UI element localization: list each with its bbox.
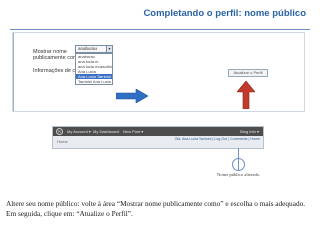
my-dashboard-link[interactable]: My Dashboard	[93, 129, 119, 134]
slide-header: Completando o perfil: nome público	[0, 0, 320, 30]
arrow-right-icon	[116, 89, 148, 103]
profile-form-screenshot: Mostrar nome publicamente como Informaçõ…	[12, 32, 305, 112]
display-name-select[interactable]: anaburau ▾	[75, 45, 113, 53]
instruction-text: Altere seu nome público: volte à área “M…	[6, 199, 306, 218]
blog-sub-bar: Home Olá, Ana Lucia Tarrinini | Log Out …	[53, 136, 263, 148]
admin-bar: W My Account ▾ My Dashboard New Post ▾ B…	[53, 127, 263, 136]
wordpress-logo-icon[interactable]: W	[56, 128, 63, 135]
new-post-link[interactable]: New Post ▾	[123, 129, 143, 134]
display-name-label-line2: publicamente como	[33, 55, 81, 61]
slide-title: Completando o perfil: nome público	[143, 8, 306, 19]
display-name-select-value: anaburau	[78, 46, 98, 51]
blog-info-link[interactable]: Blog Info ▾	[240, 129, 259, 134]
my-account-link[interactable]: My Account ▾	[67, 129, 91, 134]
update-profile-button[interactable]: Atualizar o Perfil	[228, 69, 268, 77]
admin-bar-screenshot: W My Account ▾ My Dashboard New Post ▾ B…	[52, 126, 264, 149]
option-item[interactable]: Tarrinini Ana Lucia	[76, 79, 112, 84]
user-greeting-links[interactable]: Olá, Ana Lucia Tarrinini | Log Out | Com…	[175, 137, 260, 141]
chevron-down-icon[interactable]: ▾	[106, 46, 112, 52]
home-link[interactable]: Home	[57, 139, 68, 144]
title-divider	[10, 29, 310, 30]
public-name-changed-caption: Nome público alterado.	[217, 172, 261, 177]
form-left-border	[13, 33, 14, 111]
display-name-options: anaburau ana.lucia.m ana lucia mussolini…	[75, 53, 113, 85]
pointer-circle	[232, 158, 245, 171]
arrow-up-icon	[237, 81, 255, 109]
